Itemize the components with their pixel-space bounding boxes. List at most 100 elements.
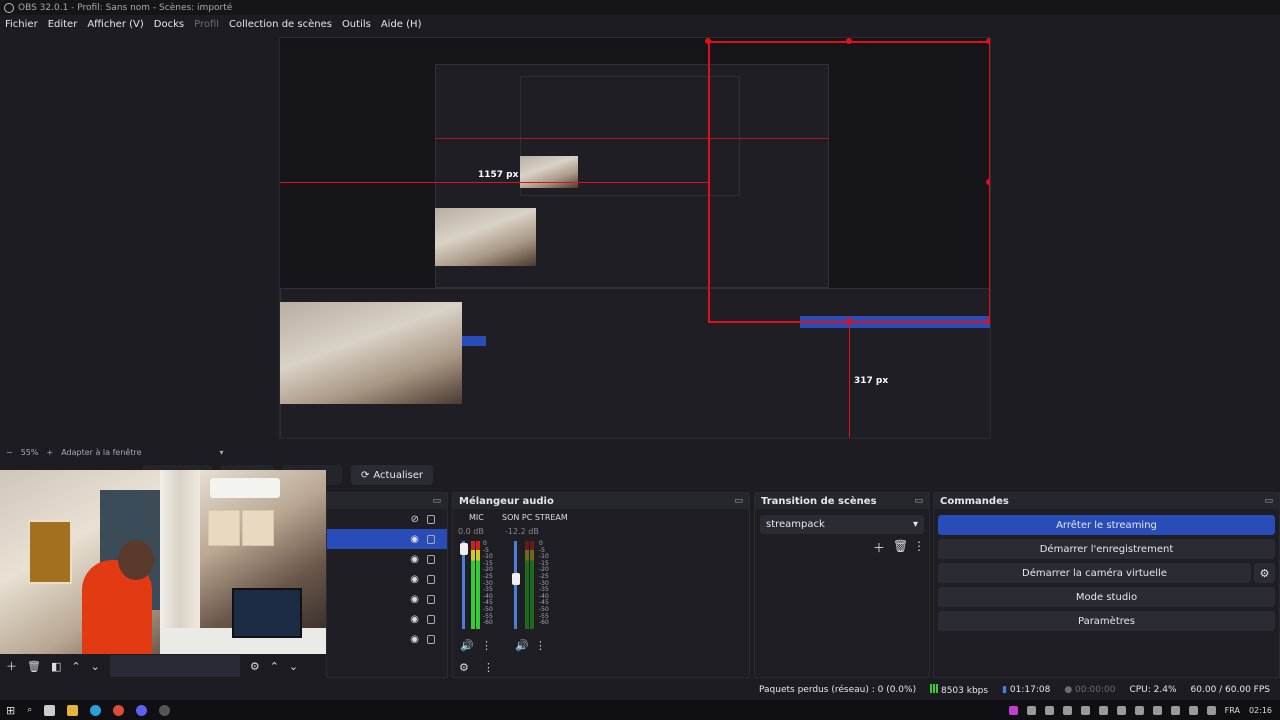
chevron-down-icon[interactable]: ▾ <box>219 448 223 457</box>
chevron-down-icon[interactable]: ⌄ <box>91 660 100 673</box>
menu-collection-scenes[interactable]: Collection de scènes <box>229 19 332 30</box>
more-icon[interactable]: ⋮ <box>481 639 492 652</box>
source-row[interactable]: ◉ <box>327 569 447 589</box>
preview-canvas[interactable]: 1157 px 317 px <box>279 37 991 439</box>
tray-app-icon[interactable] <box>1008 705 1018 715</box>
calendar-app-icon[interactable] <box>44 704 56 716</box>
mic-fader-knob[interactable] <box>460 543 468 555</box>
menu-editer[interactable]: Editer <box>48 19 78 30</box>
tray-icon[interactable] <box>1152 705 1162 715</box>
source-row[interactable]: ◉ <box>327 549 447 569</box>
eye-icon[interactable]: ◉ <box>410 634 419 645</box>
eye-icon[interactable]: ◉ <box>410 534 419 545</box>
zoom-out-button[interactable]: − <box>6 448 13 457</box>
clock[interactable]: 02:16 <box>1249 706 1272 715</box>
start-virtualcam-button[interactable]: Démarrer la caméra virtuelle <box>938 563 1251 583</box>
studio-mode-button[interactable]: Mode studio <box>938 587 1275 607</box>
source-row[interactable]: ◉ <box>327 589 447 609</box>
mic-meter-l <box>471 541 475 629</box>
zoom-in-button[interactable]: + <box>46 448 53 457</box>
nested-menubar <box>280 47 990 56</box>
eye-hidden-icon[interactable]: ⊘ <box>411 514 419 525</box>
more-icon[interactable]: ⋮ <box>535 639 546 652</box>
source-row[interactable]: ◉ <box>327 629 447 649</box>
tray-icon[interactable] <box>1026 705 1036 715</box>
zoom-fit-select[interactable]: Adapter à la fenêtre <box>61 448 141 457</box>
eye-icon[interactable]: ◉ <box>410 614 419 625</box>
tray-icon[interactable] <box>1044 705 1054 715</box>
guide-nested-width <box>435 138 829 139</box>
edge-icon[interactable] <box>90 704 102 716</box>
tray-icon[interactable] <box>1062 705 1072 715</box>
advanced-audio-icon[interactable]: ⚙ <box>459 661 469 674</box>
eye-icon[interactable]: ◉ <box>410 554 419 565</box>
dock-float-icon[interactable]: ▭ <box>914 496 923 506</box>
dock-float-icon[interactable]: ▭ <box>734 496 743 506</box>
add-source-icon[interactable]: ＋ <box>6 658 17 674</box>
volume-icon[interactable] <box>1188 705 1198 715</box>
speaker-icon[interactable]: 🔊 <box>515 639 529 652</box>
chrome-icon[interactable] <box>113 704 125 716</box>
speaker-icon[interactable]: 🔊 <box>460 639 474 652</box>
gear-icon[interactable]: ⚙ <box>250 660 260 673</box>
more-icon[interactable]: ⋮ <box>913 539 925 553</box>
source-row[interactable]: ⊘ <box>327 509 447 529</box>
mic-ticks: 0 -5 -10 -15 -20 -25 -30 -35 -40 -45 -50 -55 -60 <box>483 540 493 627</box>
eye-icon[interactable]: ◉ <box>410 574 419 585</box>
lock-icon[interactable] <box>427 614 435 624</box>
eye-icon[interactable]: ◉ <box>410 594 419 605</box>
tray-icon[interactable] <box>1098 705 1108 715</box>
chevron-down-icon[interactable]: ⌄ <box>289 660 298 673</box>
stop-streaming-button[interactable]: Arrêter le streaming <box>938 515 1275 535</box>
transition-select[interactable]: streampack ▾ <box>760 515 924 534</box>
menu-profil[interactable]: Profil <box>194 19 219 30</box>
more-icon[interactable]: ⋮ <box>483 661 494 674</box>
refresh-icon: ⟳ <box>361 469 370 481</box>
menu-docks[interactable]: Docks <box>154 19 184 30</box>
windows-start-icon[interactable]: ⊞ <box>6 704 15 717</box>
virtualcam-settings-button[interactable]: ⚙ <box>1254 563 1275 583</box>
settings-button[interactable]: Paramètres <box>938 611 1275 631</box>
pc-fader-track[interactable] <box>514 541 517 629</box>
start-recording-button[interactable]: Démarrer l'enregistrement <box>938 539 1275 559</box>
handle-br[interactable] <box>986 318 990 324</box>
search-icon[interactable]: ⌕ <box>27 705 32 715</box>
lock-icon[interactable] <box>427 634 435 644</box>
trash-icon[interactable]: 🗑 <box>27 660 41 673</box>
menu-outils[interactable]: Outils <box>342 19 371 30</box>
dock-float-icon[interactable]: ▭ <box>432 496 441 506</box>
chevron-up-icon[interactable]: ⌃ <box>71 660 80 673</box>
lock-icon[interactable] <box>427 594 435 604</box>
handle-tm[interactable] <box>846 38 852 44</box>
lock-icon[interactable] <box>427 554 435 564</box>
filter-icon[interactable]: ◧ <box>51 660 61 673</box>
network-icon[interactable] <box>1170 705 1180 715</box>
source-row-selected[interactable]: ◉ <box>327 529 447 549</box>
handle-tl[interactable] <box>705 38 711 44</box>
trash-icon[interactable]: 🗑 <box>893 539 908 553</box>
tray-icon[interactable] <box>1134 705 1144 715</box>
dock-float-icon[interactable]: ▭ <box>1264 496 1273 506</box>
add-icon[interactable]: ＋ <box>873 539 885 556</box>
tray-icon[interactable] <box>1080 705 1090 715</box>
mic-icon[interactable] <box>1116 705 1126 715</box>
refresh-button[interactable]: ⟳ Actualiser <box>351 465 433 485</box>
pc-fader-knob[interactable] <box>512 573 520 585</box>
battery-icon[interactable] <box>1206 705 1216 715</box>
menu-aide[interactable]: Aide (H) <box>381 19 422 30</box>
folder-icon[interactable] <box>67 704 79 716</box>
lock-icon[interactable] <box>427 534 435 544</box>
handle-mr[interactable] <box>986 179 990 185</box>
source-row[interactable]: ◉ <box>327 609 447 629</box>
menu-fichier[interactable]: Fichier <box>5 19 38 30</box>
obs-taskbar-icon[interactable] <box>159 704 171 716</box>
language-indicator[interactable]: FRA <box>1225 706 1240 715</box>
nested-camera-1 <box>435 208 536 266</box>
lock-icon[interactable] <box>427 574 435 584</box>
chevron-up-icon[interactable]: ⌃ <box>270 660 279 673</box>
handle-bm[interactable] <box>846 318 852 324</box>
handle-tr[interactable] <box>986 38 990 44</box>
lock-icon[interactable] <box>427 514 435 524</box>
discord-icon[interactable] <box>136 704 148 716</box>
menu-afficher[interactable]: Afficher (V) <box>87 19 143 30</box>
